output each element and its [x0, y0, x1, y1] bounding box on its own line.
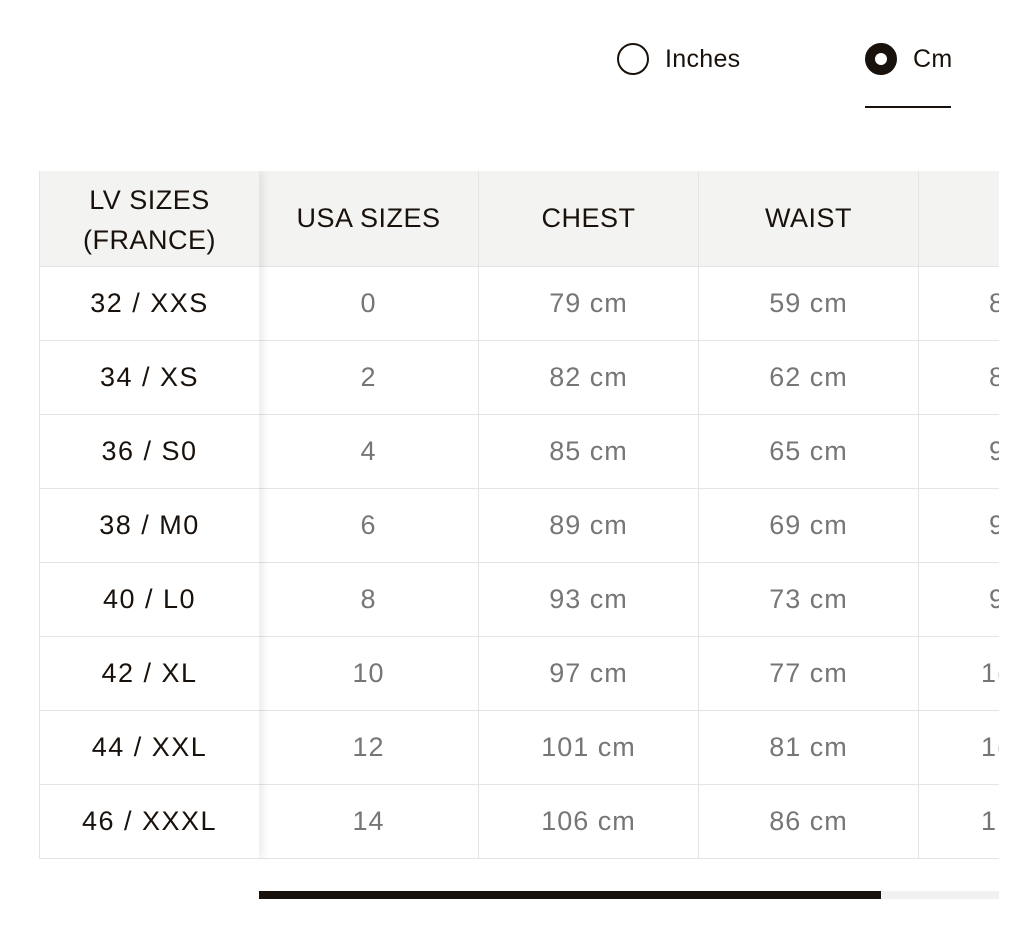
- table-cell: 85 cm: [479, 415, 698, 489]
- table-cell: 73 cm: [699, 563, 918, 637]
- inches-option[interactable]: Inches: [617, 40, 740, 110]
- size-table[interactable]: USA SIZES 0 2 4 6 8 10 12 14 CHEST 79 cm…: [39, 171, 999, 859]
- lv-size-cell: 42 / XL: [40, 637, 259, 711]
- header-lv-sizes: LV SIZES (FRANCE): [40, 171, 259, 267]
- unit-toggle: Inches Cm: [0, 40, 1026, 110]
- table-cell: 0: [259, 267, 478, 341]
- header-partial: [919, 171, 999, 267]
- table-cell: 9: [919, 415, 999, 489]
- table-cell: 97 cm: [479, 637, 698, 711]
- lv-size-cell: 38 / M0: [40, 489, 259, 563]
- header-lv-sizes-label: LV SIZES (FRANCE): [83, 184, 216, 255]
- column-waist: WAIST 59 cm 62 cm 65 cm 69 cm 73 cm 77 c…: [699, 171, 919, 859]
- lv-size-cell: 44 / XXL: [40, 711, 259, 785]
- table-cell: 69 cm: [699, 489, 918, 563]
- table-cell: 1(: [919, 637, 999, 711]
- sticky-lv-sizes-column: LV SIZES (FRANCE) 32 / XXS 34 / XS 36 / …: [39, 171, 259, 859]
- table-cell: 14: [259, 785, 478, 859]
- table-cell: 9: [919, 563, 999, 637]
- table-cell: 77 cm: [699, 637, 918, 711]
- scrollbar-thumb[interactable]: [259, 891, 881, 899]
- table-cell: 6: [259, 489, 478, 563]
- table-cell: 106 cm: [479, 785, 698, 859]
- table-cell: 1(: [919, 711, 999, 785]
- horizontal-scrollbar[interactable]: [259, 891, 999, 899]
- table-cell: 8: [259, 563, 478, 637]
- table-cell: 8: [919, 341, 999, 415]
- lv-size-cell: 46 / XXXL: [40, 785, 259, 859]
- table-cell: 2: [259, 341, 478, 415]
- cm-radio[interactable]: [865, 43, 897, 75]
- table-cell: 81 cm: [699, 711, 918, 785]
- table-cell: 10: [259, 637, 478, 711]
- table-cell: 1: [919, 785, 999, 859]
- inches-radio[interactable]: [617, 43, 649, 75]
- lv-size-cell: 34 / XS: [40, 341, 259, 415]
- column-partial: 8 8 9 9 9 1( 1( 1: [919, 171, 999, 859]
- table-cell: 101 cm: [479, 711, 698, 785]
- table-cell: 8: [919, 267, 999, 341]
- lv-size-cell: 36 / S0: [40, 415, 259, 489]
- table-cell: 86 cm: [699, 785, 918, 859]
- radio-dot: [875, 53, 887, 65]
- column-usa-sizes: USA SIZES 0 2 4 6 8 10 12 14: [259, 171, 479, 859]
- lv-size-cell: 40 / L0: [40, 563, 259, 637]
- header-waist: WAIST: [699, 171, 918, 267]
- table-cell: 89 cm: [479, 489, 698, 563]
- table-cell: 59 cm: [699, 267, 918, 341]
- table-cell: 93 cm: [479, 563, 698, 637]
- table-cell: 79 cm: [479, 267, 698, 341]
- table-cell: 12: [259, 711, 478, 785]
- header-usa-sizes: USA SIZES: [259, 171, 478, 267]
- cm-label: Cm: [913, 45, 953, 73]
- table-cell: 62 cm: [699, 341, 918, 415]
- inches-label: Inches: [665, 45, 741, 73]
- cm-option[interactable]: Cm: [865, 40, 952, 110]
- column-chest: CHEST 79 cm 82 cm 85 cm 89 cm 93 cm 97 c…: [479, 171, 699, 859]
- lv-size-cell: 32 / XXS: [40, 267, 259, 341]
- table-cell: 4: [259, 415, 478, 489]
- table-cell: 82 cm: [479, 341, 698, 415]
- cm-selected-underline: [865, 106, 951, 108]
- size-grid: USA SIZES 0 2 4 6 8 10 12 14 CHEST 79 cm…: [259, 171, 999, 859]
- table-cell: 9: [919, 489, 999, 563]
- header-chest: CHEST: [479, 171, 698, 267]
- table-cell: 65 cm: [699, 415, 918, 489]
